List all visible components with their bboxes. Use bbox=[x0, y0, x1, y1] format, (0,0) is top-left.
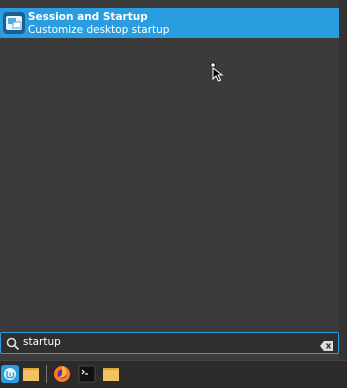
files-launcher[interactable] bbox=[101, 364, 121, 384]
terminal-icon bbox=[78, 365, 96, 383]
session-startup-icon bbox=[3, 12, 25, 34]
firefox-launcher[interactable] bbox=[52, 364, 72, 384]
clear-icon[interactable] bbox=[320, 337, 334, 351]
folder-icon bbox=[103, 368, 119, 381]
result-title: Session and Startup bbox=[28, 11, 148, 23]
menu-scrollbar-area[interactable] bbox=[339, 0, 347, 360]
search-query[interactable]: startup bbox=[23, 336, 61, 348]
result-description: Customize desktop startup bbox=[28, 24, 170, 36]
show-desktop-button[interactable] bbox=[21, 364, 41, 384]
mint-logo-icon bbox=[1, 365, 19, 383]
taskbar-separator bbox=[46, 365, 47, 383]
mint-menu-button[interactable] bbox=[0, 364, 20, 384]
search-results: Session and Startup Customize desktop st… bbox=[0, 6, 340, 326]
taskbar bbox=[0, 360, 347, 388]
folder-icon bbox=[23, 368, 39, 381]
result-session-and-startup[interactable]: Session and Startup Customize desktop st… bbox=[0, 8, 339, 38]
terminal-launcher[interactable] bbox=[77, 364, 97, 384]
search-icon bbox=[6, 336, 20, 351]
mouse-cursor-icon bbox=[210, 62, 226, 82]
firefox-icon bbox=[54, 366, 70, 382]
application-menu: Session and Startup Customize desktop st… bbox=[0, 0, 347, 360]
search-input[interactable]: startup bbox=[0, 332, 339, 354]
